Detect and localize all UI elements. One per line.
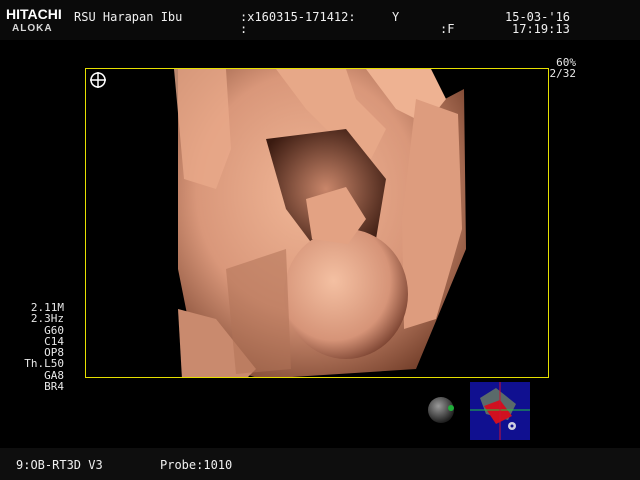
fetal-3d-render xyxy=(86,69,548,377)
param-rate: 2.3Hz xyxy=(30,312,64,326)
exam-mode: 9:OB-RT3D V3 xyxy=(16,458,103,472)
probe-id: Probe:1010 xyxy=(160,458,233,472)
field-y: Y xyxy=(392,10,400,24)
exam-time: 17:19:13 xyxy=(512,22,570,36)
orientation-marker-icon xyxy=(90,72,106,88)
brand-name: HITACHI xyxy=(6,6,62,22)
institution-name: RSU Harapan Ibu xyxy=(74,10,183,24)
trackball-icon[interactable] xyxy=(426,395,456,425)
brand-logo: HITACHI ALOKA xyxy=(6,6,62,34)
top-status-bar: HITACHI ALOKA RSU Harapan Ibu :x160315-1… xyxy=(0,0,640,40)
acquisition-parameters: 2.11M 2.3Hz G60 C14 OP8 Th.L50 GA8 BR4 xyxy=(18,302,64,394)
param-brightness: BR4 xyxy=(44,380,64,394)
field-f: :F xyxy=(440,22,455,36)
brand-subname: ALOKA xyxy=(12,23,53,34)
render-viewport[interactable] xyxy=(85,68,549,378)
field-blank: : xyxy=(240,22,248,36)
exam-id: :x160315-171412: xyxy=(240,10,356,24)
volume-orientation-cube-icon xyxy=(470,382,530,440)
